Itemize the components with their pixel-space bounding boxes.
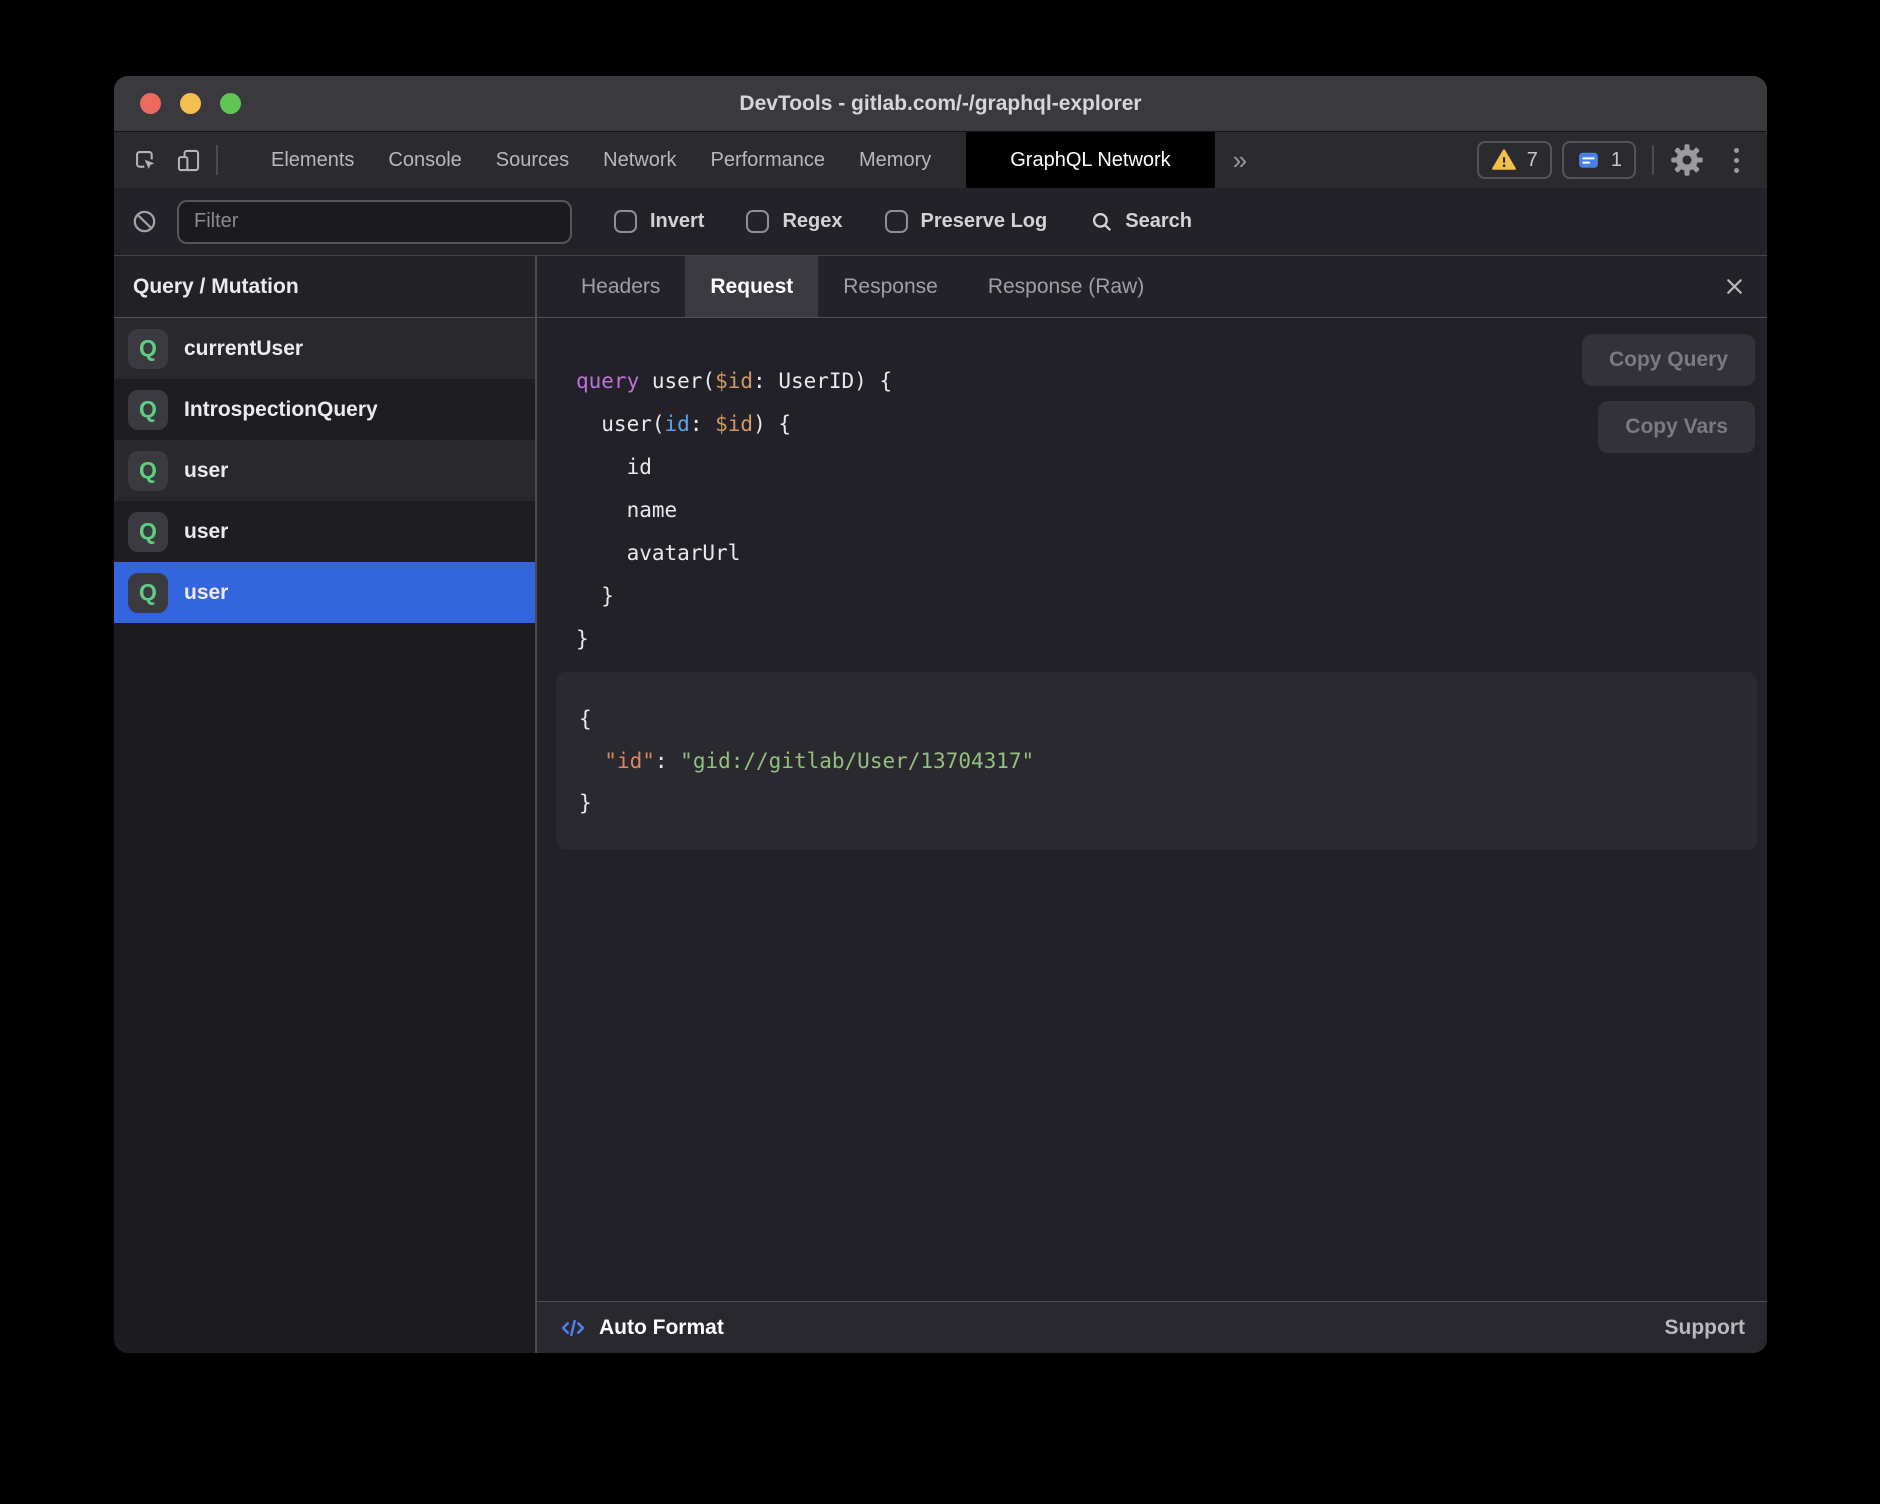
window-title: DevTools - gitlab.com/-/graphql-explorer — [739, 92, 1141, 116]
query-type-badge: Q — [128, 451, 168, 491]
search-label: Search — [1125, 210, 1192, 233]
request-footer: Auto Format Support — [537, 1301, 1767, 1353]
request-tabs: HeadersRequestResponseResponse (Raw) — [537, 256, 1767, 318]
close-icon[interactable] — [1722, 274, 1747, 299]
more-options-icon[interactable] — [1730, 144, 1743, 177]
sidebar-header: Query / Mutation — [114, 256, 535, 318]
query-type-badge: Q — [128, 329, 168, 369]
main-area: Query / Mutation QcurrentUserQIntrospect… — [114, 255, 1767, 1353]
code-line: } — [576, 575, 1767, 618]
checkbox-box-regex[interactable] — [746, 210, 769, 233]
auto-format-button[interactable]: Auto Format — [559, 1314, 724, 1342]
checkbox-box-preserve-log[interactable] — [885, 210, 908, 233]
toolbar-tabs: ElementsConsoleSourcesNetworkPerformance… — [232, 132, 948, 188]
settings-gear-icon[interactable] — [1670, 143, 1704, 177]
sidebar-item-label: IntrospectionQuery — [184, 398, 378, 422]
sidebar-item-label: user — [184, 581, 228, 605]
search-icon — [1089, 209, 1115, 235]
support-link[interactable]: Support — [1665, 1316, 1745, 1340]
query-sidebar: Query / Mutation QcurrentUserQIntrospect… — [114, 256, 537, 1353]
zoom-window-button[interactable] — [220, 93, 241, 114]
close-window-button[interactable] — [140, 93, 161, 114]
query-type-badge: Q — [128, 512, 168, 552]
request-panel: HeadersRequestResponseResponse (Raw) que… — [537, 256, 1767, 1353]
checkbox-label-invert: Invert — [650, 210, 704, 233]
inspect-element-icon[interactable] — [132, 147, 159, 174]
traffic-lights — [140, 76, 241, 131]
code-format-icon — [559, 1314, 587, 1342]
devtools-window: DevTools - gitlab.com/-/graphql-explorer… — [114, 76, 1767, 1353]
checkbox-box-invert[interactable] — [614, 210, 637, 233]
minimize-window-button[interactable] — [180, 93, 201, 114]
copy-buttons: Copy Query Copy Vars — [1582, 334, 1755, 453]
toolbar-tab-memory[interactable]: Memory — [842, 132, 948, 188]
tab-headers[interactable]: Headers — [556, 256, 685, 317]
checkbox-regex[interactable]: Regex — [746, 210, 842, 233]
devtools-toolbar: ElementsConsoleSourcesNetworkPerformance… — [114, 132, 1767, 188]
message-icon — [1576, 148, 1601, 173]
sidebar-item-user-3[interactable]: Quser — [114, 501, 535, 562]
toolbar-tab-console[interactable]: Console — [371, 132, 478, 188]
filter-bar: Invert Regex Preserve Log Search — [114, 188, 1767, 255]
query-type-badge: Q — [128, 390, 168, 430]
code-line: { — [579, 698, 1734, 740]
tab-response-raw[interactable]: Response (Raw) — [963, 256, 1169, 317]
title-bar: DevTools - gitlab.com/-/graphql-explorer — [114, 76, 1767, 132]
search-control[interactable]: Search — [1089, 209, 1192, 235]
sidebar-item-label: currentUser — [184, 337, 303, 361]
tab-response[interactable]: Response — [818, 256, 963, 317]
clear-icon[interactable] — [131, 208, 158, 235]
sidebar-item-user-4[interactable]: Quser — [114, 562, 535, 623]
code-line: } — [576, 618, 1767, 661]
code-line: name — [576, 489, 1767, 532]
checkbox-preserve-log[interactable]: Preserve Log — [885, 210, 1048, 233]
issues-badge[interactable]: 1 — [1562, 141, 1636, 179]
request-content: query user($id: UserID) { user(id: $id) … — [537, 318, 1767, 1301]
checkbox-label-regex: Regex — [782, 210, 842, 233]
toolbar-separator — [216, 145, 218, 175]
tab-request[interactable]: Request — [685, 256, 818, 317]
code-line: avatarUrl — [576, 532, 1767, 575]
toolbar-right-group: 7 1 — [1467, 141, 1767, 179]
query-type-badge: Q — [128, 573, 168, 613]
sidebar-item-label: user — [184, 520, 228, 544]
checkbox-invert[interactable]: Invert — [614, 210, 704, 233]
warnings-badge[interactable]: 7 — [1477, 141, 1552, 179]
copy-query-button[interactable]: Copy Query — [1582, 334, 1755, 386]
variables-json-code: { "id": "gid://gitlab/User/13704317"} — [579, 698, 1734, 824]
toolbar-tab-elements[interactable]: Elements — [254, 132, 371, 188]
sidebar-list: QcurrentUserQIntrospectionQueryQuserQuse… — [114, 318, 535, 623]
tab-graphql-network[interactable]: GraphQL Network — [966, 132, 1214, 188]
sidebar-item-user-2[interactable]: Quser — [114, 440, 535, 501]
variables-card: { "id": "gid://gitlab/User/13704317"} — [556, 672, 1757, 850]
toolbar-tab-sources[interactable]: Sources — [479, 132, 586, 188]
toolbar-tab-network[interactable]: Network — [586, 132, 693, 188]
toolbar-tab-performance[interactable]: Performance — [694, 132, 843, 188]
copy-vars-button[interactable]: Copy Vars — [1598, 401, 1755, 453]
checkbox-label-preserve-log: Preserve Log — [921, 210, 1048, 233]
code-line: } — [579, 782, 1734, 824]
message-count: 1 — [1611, 149, 1622, 172]
filter-checkboxes: Invert Regex Preserve Log — [572, 210, 1047, 233]
sidebar-item-currentuser-0[interactable]: QcurrentUser — [114, 318, 535, 379]
filter-input[interactable] — [177, 200, 572, 244]
warning-count: 7 — [1527, 149, 1538, 172]
toolbar-separator — [1652, 145, 1654, 175]
auto-format-label: Auto Format — [599, 1316, 724, 1340]
code-line: "id": "gid://gitlab/User/13704317" — [579, 740, 1734, 782]
sidebar-item-introspectionquery-1[interactable]: Q IntrospectionQuery — [114, 379, 535, 440]
warning-icon — [1491, 147, 1517, 173]
device-toolbar-icon[interactable] — [175, 147, 202, 174]
sidebar-item-label: user — [184, 459, 228, 483]
more-tabs-chevron-icon[interactable]: » — [1215, 145, 1265, 176]
